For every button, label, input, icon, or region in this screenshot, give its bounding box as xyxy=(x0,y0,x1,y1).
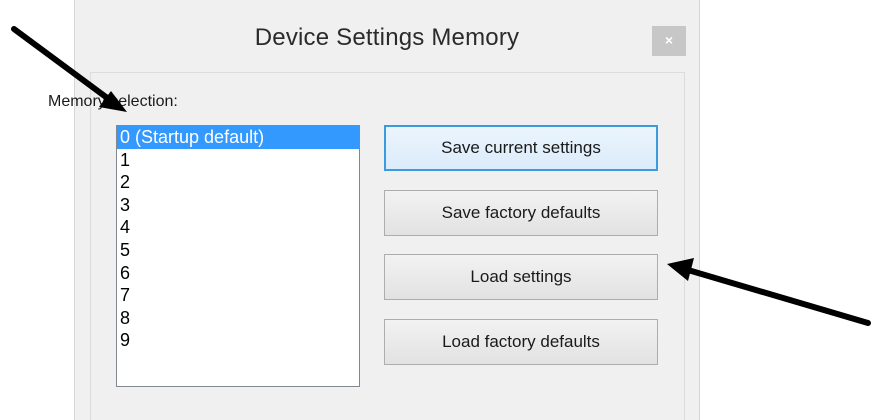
title-bar[interactable]: Device Settings Memory × xyxy=(75,0,699,72)
close-button[interactable]: × xyxy=(652,26,686,56)
list-item-6[interactable]: 6 xyxy=(117,262,359,285)
list-item-5[interactable]: 5 xyxy=(117,239,359,262)
save-current-settings-button[interactable]: Save current settings xyxy=(384,125,658,171)
list-item-1[interactable]: 1 xyxy=(117,149,359,172)
list-item-4[interactable]: 4 xyxy=(117,216,359,239)
window-title: Device Settings Memory xyxy=(254,24,520,51)
close-icon: × xyxy=(664,32,674,48)
list-item-0[interactable]: 0 (Startup default) xyxy=(117,126,359,149)
list-item-3[interactable]: 3 xyxy=(117,194,359,217)
memory-listbox[interactable]: 0 (Startup default) 1 2 3 4 5 6 7 8 9 xyxy=(116,125,360,387)
memory-selection-label: Memory selection: xyxy=(48,93,178,110)
save-factory-defaults-button[interactable]: Save factory defaults xyxy=(384,190,658,236)
load-settings-button[interactable]: Load settings xyxy=(384,254,658,300)
load-factory-defaults-button[interactable]: Load factory defaults xyxy=(384,319,658,365)
list-item-8[interactable]: 8 xyxy=(117,307,359,330)
list-item-9[interactable]: 9 xyxy=(117,329,359,352)
list-item-2[interactable]: 2 xyxy=(117,171,359,194)
list-item-7[interactable]: 7 xyxy=(117,284,359,307)
